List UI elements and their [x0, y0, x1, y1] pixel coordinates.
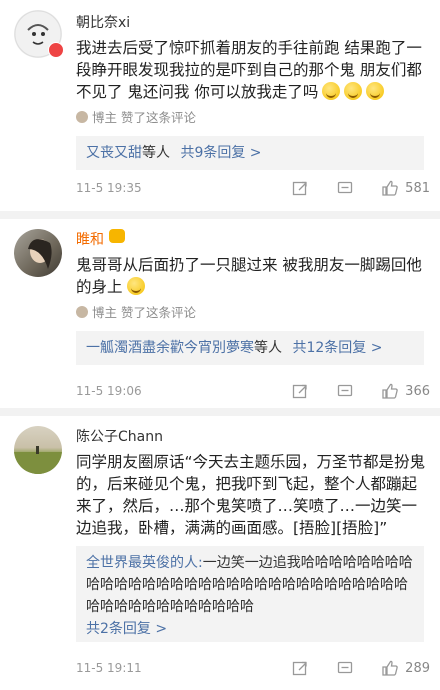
- liked-text: 赞了这条评论: [121, 110, 197, 125]
- crown-badge-icon: [109, 229, 125, 243]
- share-icon[interactable]: [291, 382, 309, 400]
- thumbs-up-icon: [382, 660, 398, 676]
- timestamp: 11-5 19:35: [76, 181, 142, 195]
- replies-preview[interactable]: 一觚濁酒盡余歡今宵別夢寒等人 共12条回复 >: [76, 331, 424, 365]
- replies-preview[interactable]: 又丧又甜等人 共9条回复 >: [76, 136, 424, 170]
- avatar-photo-icon: [28, 239, 52, 269]
- share-icon[interactable]: [291, 179, 309, 197]
- timestamp: 11-5 19:06: [76, 384, 142, 398]
- avatar[interactable]: [14, 229, 62, 277]
- reply-user-link[interactable]: 又丧又甜: [86, 145, 142, 161]
- comment-footer: 11-5 19:35 581: [76, 176, 430, 200]
- author-label: 博主: [92, 110, 118, 125]
- comment-text: 我进去后受了惊吓抓着朋友的手往前跑 结果跑了一段睁开眼发现我拉的是吓到自己的那个…: [76, 37, 428, 103]
- comment-text: 鬼哥哥从后面扔了一只腿过来 被我朋友一脚踢回他的身上: [76, 254, 428, 298]
- timestamp: 11-5 19:11: [76, 661, 142, 675]
- smirk-emoji-icon: [366, 82, 385, 100]
- author-label: 博主: [92, 305, 118, 320]
- replies-preview[interactable]: 全世界最英俊的人:一边笑一边追我哈哈哈哈哈哈哈哈哈哈哈哈哈哈哈哈哈哈哈哈哈哈哈哈…: [76, 546, 424, 642]
- author-avatar-icon: [76, 110, 88, 123]
- comment-text: 同学朋友圈原话“今天去主题乐园，万圣节都是扮鬼的，后来碰见个鬼，把我吓到飞起，整…: [76, 453, 426, 537]
- replies-count-link[interactable]: 共9条回复 >: [180, 145, 261, 161]
- comment-footer: 11-5 19:11 289: [76, 656, 430, 680]
- commenter-name[interactable]: 朝比奈xi: [76, 12, 130, 32]
- like-count: 581: [405, 180, 430, 196]
- replies-suffix: 等人: [142, 145, 170, 161]
- like-count: 366: [405, 383, 430, 399]
- like-button[interactable]: 366: [381, 382, 430, 400]
- vip-badge-icon: [48, 42, 64, 58]
- share-icon[interactable]: [291, 659, 309, 677]
- comment-1: 朝比奈xi 我进去后受了惊吓抓着朋友的手往前跑 结果跑了一段睁开眼发现我拉的是吓…: [0, 0, 440, 211]
- comment-2: 睢和 鬼哥哥从后面扔了一只腿过来 被我朋友一脚踢回他的身上 博主 赞了这条评论 …: [0, 219, 440, 408]
- replies-count-link[interactable]: 共2条回复 >: [86, 621, 167, 637]
- like-count: 289: [405, 660, 430, 676]
- thumbs-up-icon: [382, 180, 398, 196]
- replies-count-link[interactable]: 共12条回复 >: [292, 340, 382, 356]
- avatar[interactable]: [14, 426, 62, 474]
- comment-3: 陈公子Chann 同学朋友圈原话“今天去主题乐园，万圣节都是扮鬼的，后来碰见个鬼…: [0, 416, 440, 690]
- reply-user-link[interactable]: 全世界最英俊的人:: [86, 555, 203, 571]
- avatar-landscape-icon: [14, 446, 62, 474]
- like-button[interactable]: 581: [381, 179, 430, 197]
- author-liked-row: 博主 赞了这条评论: [76, 302, 196, 321]
- comment-icon[interactable]: [336, 382, 354, 400]
- smile-emoji-icon: [126, 277, 145, 295]
- author-liked-row: 博主 赞了这条评论: [76, 107, 196, 126]
- separator: [0, 211, 440, 219]
- thumbs-up-icon: [382, 383, 398, 399]
- smirk-emoji-icon: [344, 82, 363, 100]
- smirk-emoji-icon: [322, 82, 341, 100]
- like-button[interactable]: 289: [381, 659, 430, 677]
- comment-footer: 11-5 19:06 366: [76, 379, 430, 403]
- commenter-name[interactable]: 睢和: [76, 229, 104, 249]
- author-avatar-icon: [76, 305, 88, 318]
- comment-icon[interactable]: [336, 179, 354, 197]
- comment-icon[interactable]: [336, 659, 354, 677]
- separator: [0, 408, 440, 416]
- liked-text: 赞了这条评论: [121, 305, 197, 320]
- replies-suffix: 等人: [254, 340, 282, 356]
- commenter-name[interactable]: 陈公子Chann: [76, 426, 163, 446]
- reply-user-link[interactable]: 一觚濁酒盡余歡今宵別夢寒: [86, 340, 254, 356]
